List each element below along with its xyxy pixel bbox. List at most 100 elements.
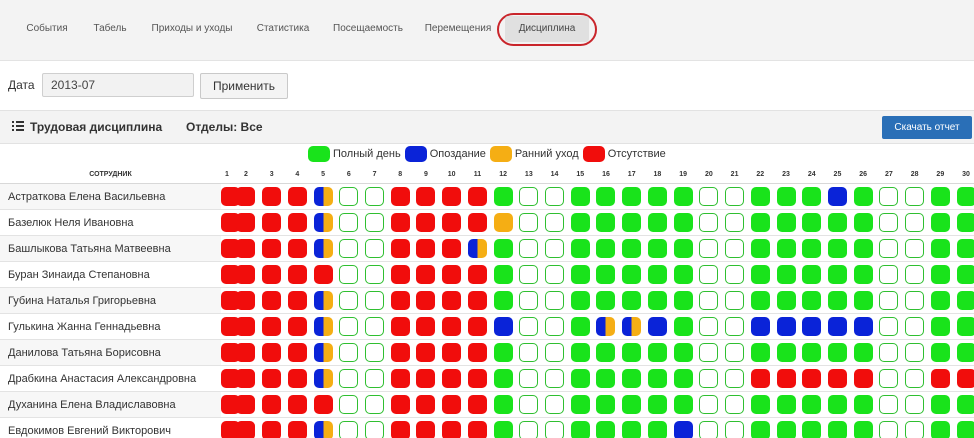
status-cell-e[interactable]	[879, 421, 899, 438]
status-cell-g[interactable]	[930, 421, 950, 438]
status-cell-r[interactable]	[262, 265, 282, 284]
status-cell-g[interactable]	[570, 395, 590, 414]
status-cell-r[interactable]	[262, 291, 282, 310]
status-cell-g[interactable]	[673, 395, 693, 414]
status-cell-r[interactable]	[776, 369, 796, 388]
status-cell-g[interactable]	[622, 421, 642, 438]
status-cell-r[interactable]	[236, 187, 256, 206]
status-cell-e[interactable]	[699, 421, 719, 438]
status-cell-g[interactable]	[647, 187, 667, 206]
status-cell-e[interactable]	[879, 213, 899, 232]
status-cell-g[interactable]	[647, 395, 667, 414]
status-cell-g[interactable]	[776, 343, 796, 362]
status-cell-e[interactable]	[879, 317, 899, 336]
status-cell-r[interactable]	[416, 343, 436, 362]
status-cell-g[interactable]	[570, 421, 590, 438]
status-cell-e[interactable]	[339, 343, 359, 362]
status-cell-g[interactable]	[622, 187, 642, 206]
status-cell-e[interactable]	[339, 187, 359, 206]
status-cell-r[interactable]	[262, 343, 282, 362]
status-cell-g[interactable]	[930, 317, 950, 336]
status-cell-r[interactable]	[416, 395, 436, 414]
status-cell-g[interactable]	[647, 343, 667, 362]
status-cell-e[interactable]	[725, 239, 745, 258]
status-cell-g[interactable]	[570, 265, 590, 284]
status-cell-e[interactable]	[725, 265, 745, 284]
status-cell-r[interactable]	[442, 369, 462, 388]
status-cell-g[interactable]	[596, 343, 616, 362]
status-cell-g[interactable]	[802, 291, 822, 310]
status-cell-r[interactable]	[287, 239, 307, 258]
status-cell-g[interactable]	[673, 291, 693, 310]
status-cell-r[interactable]	[262, 239, 282, 258]
status-cell-r[interactable]	[467, 369, 487, 388]
status-cell-bo[interactable]	[313, 369, 333, 388]
status-cell-g[interactable]	[622, 213, 642, 232]
status-cell-e[interactable]	[905, 343, 925, 362]
status-cell-e[interactable]	[519, 421, 539, 438]
status-cell-bo[interactable]	[313, 187, 333, 206]
status-cell-r[interactable]	[467, 187, 487, 206]
status-cell-g[interactable]	[570, 187, 590, 206]
status-cell-e[interactable]	[905, 369, 925, 388]
status-cell-g[interactable]	[853, 239, 873, 258]
status-cell-r[interactable]	[390, 265, 410, 284]
status-cell-g[interactable]	[647, 369, 667, 388]
status-cell-g[interactable]	[493, 369, 513, 388]
status-cell-g[interactable]	[930, 187, 950, 206]
status-cell-e[interactable]	[519, 317, 539, 336]
status-cell-r[interactable]	[416, 265, 436, 284]
status-cell-g[interactable]	[930, 395, 950, 414]
status-cell-r[interactable]	[416, 213, 436, 232]
status-cell-bo[interactable]	[313, 343, 333, 362]
status-cell-g[interactable]	[930, 291, 950, 310]
status-cell-r[interactable]	[287, 291, 307, 310]
status-cell-r[interactable]	[287, 213, 307, 232]
status-cell-b[interactable]	[750, 317, 770, 336]
status-cell-r[interactable]	[236, 213, 256, 232]
status-cell-r[interactable]	[442, 239, 462, 258]
employee-name[interactable]: Евдокимов Евгений Викторович	[0, 417, 221, 438]
status-cell-g[interactable]	[647, 239, 667, 258]
status-cell-r[interactable]	[416, 291, 436, 310]
status-cell-b[interactable]	[802, 317, 822, 336]
status-cell-e[interactable]	[339, 291, 359, 310]
status-cell-e[interactable]	[339, 421, 359, 438]
status-cell-g[interactable]	[802, 421, 822, 438]
status-cell-g[interactable]	[750, 239, 770, 258]
status-cell-r[interactable]	[262, 395, 282, 414]
employee-name[interactable]: Данилова Татьяна Борисовна	[0, 339, 221, 366]
status-cell-g[interactable]	[930, 239, 950, 258]
status-cell-g[interactable]	[853, 187, 873, 206]
status-cell-bo[interactable]	[622, 317, 642, 336]
status-cell-g[interactable]	[750, 187, 770, 206]
status-cell-e[interactable]	[519, 369, 539, 388]
status-cell-e[interactable]	[339, 213, 359, 232]
tab-6[interactable]: Перемещения	[420, 16, 496, 42]
status-cell-g[interactable]	[673, 343, 693, 362]
apply-button[interactable]: Применить	[200, 73, 288, 99]
status-cell-e[interactable]	[545, 239, 565, 258]
status-cell-r[interactable]	[236, 239, 256, 258]
status-cell-e[interactable]	[545, 421, 565, 438]
status-cell-e[interactable]	[545, 395, 565, 414]
status-cell-g[interactable]	[956, 187, 974, 206]
status-cell-e[interactable]	[725, 317, 745, 336]
status-cell-bo[interactable]	[313, 291, 333, 310]
status-cell-g[interactable]	[802, 239, 822, 258]
employee-name[interactable]: Гулькина Жанна Геннадьевна	[0, 313, 221, 340]
status-cell-r[interactable]	[262, 369, 282, 388]
status-cell-bo[interactable]	[313, 317, 333, 336]
status-cell-g[interactable]	[853, 421, 873, 438]
status-cell-g[interactable]	[622, 239, 642, 258]
status-cell-g[interactable]	[750, 395, 770, 414]
status-cell-g[interactable]	[827, 213, 847, 232]
status-cell-g[interactable]	[956, 213, 974, 232]
status-cell-e[interactable]	[699, 187, 719, 206]
status-cell-r[interactable]	[287, 265, 307, 284]
status-cell-e[interactable]	[545, 369, 565, 388]
status-cell-e[interactable]	[365, 369, 385, 388]
status-cell-e[interactable]	[339, 317, 359, 336]
status-cell-g[interactable]	[776, 239, 796, 258]
status-cell-g[interactable]	[647, 421, 667, 438]
